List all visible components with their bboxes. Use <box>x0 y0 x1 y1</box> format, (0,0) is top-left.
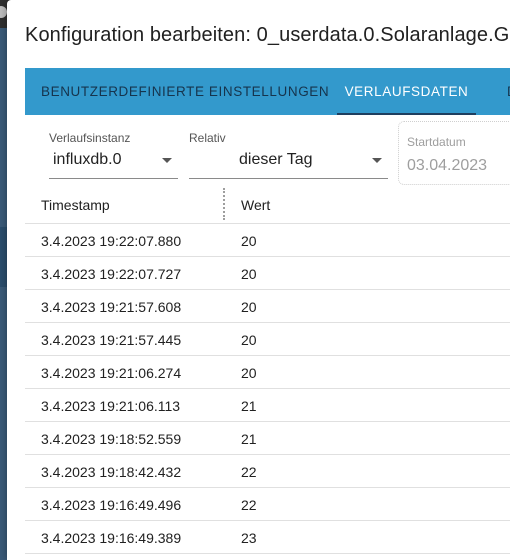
cell-value: 20 <box>241 365 257 381</box>
tab-history-data[interactable]: VERLAUFSDATEN <box>337 68 476 115</box>
cell-timestamp: 3.4.2023 19:16:49.496 <box>41 497 182 513</box>
column-header-value[interactable]: Wert <box>241 197 270 213</box>
column-header-timestamp[interactable]: Timestamp <box>41 197 110 213</box>
table-row[interactable]: 3.4.2023 19:18:52.559 21 <box>25 422 510 455</box>
cell-value: 22 <box>241 464 257 480</box>
table-body: 3.4.2023 19:22:07.880 20 3.4.2023 19:22:0… <box>25 224 510 554</box>
cell-value: 21 <box>241 398 257 414</box>
cell-timestamp: 3.4.2023 19:21:06.274 <box>41 365 182 381</box>
instance-select-value: influxdb.0 <box>53 151 122 168</box>
instance-select[interactable]: influxdb.0 <box>49 148 178 179</box>
cell-timestamp: 3.4.2023 19:21:57.608 <box>41 299 182 315</box>
table-row[interactable]: 3.4.2023 19:21:57.445 20 <box>25 323 510 356</box>
chevron-down-icon <box>372 158 382 163</box>
table-row[interactable]: 3.4.2023 19:16:49.389 23 <box>25 521 510 554</box>
cell-timestamp: 3.4.2023 19:18:42.432 <box>41 464 182 480</box>
table-row[interactable]: 3.4.2023 19:21:06.274 20 <box>25 356 510 389</box>
table-row[interactable]: 3.4.2023 19:18:42.432 22 <box>25 455 510 488</box>
active-tab-indicator <box>337 113 476 115</box>
cell-value: 20 <box>241 266 257 282</box>
relative-select-value: dieser Tag <box>239 151 313 168</box>
tab-custom-settings[interactable]: BENUTZERDEFINIERTE EINSTELLUNGEN <box>41 68 329 115</box>
cell-timestamp: 3.4.2023 19:22:07.880 <box>41 233 182 249</box>
cell-value: 21 <box>241 431 257 447</box>
tab-history-data-label: VERLAUFSDATEN <box>344 84 469 99</box>
cell-timestamp: 3.4.2023 19:18:52.559 <box>41 431 182 447</box>
relative-label: Relativ <box>189 131 226 145</box>
start-date-value: 03.04.2023 <box>407 157 488 174</box>
cell-value: 23 <box>241 530 257 546</box>
cell-value: 20 <box>241 299 257 315</box>
column-resize-handle[interactable] <box>223 188 225 220</box>
cell-timestamp: 3.4.2023 19:16:49.389 <box>41 530 182 546</box>
cell-timestamp: 3.4.2023 19:21:57.445 <box>41 332 182 348</box>
dialog-title: Konfiguration bearbeiten: 0_userdata.0.S… <box>25 24 510 46</box>
edit-config-dialog: Konfiguration bearbeiten: 0_userdata.0.S… <box>7 0 510 560</box>
table-row[interactable]: 3.4.2023 19:22:07.880 20 <box>25 224 510 257</box>
table-row[interactable]: 3.4.2023 19:22:07.727 20 <box>25 257 510 290</box>
cell-timestamp: 3.4.2023 19:22:07.727 <box>41 266 182 282</box>
start-date-label: Startdatum <box>407 135 466 149</box>
relative-select[interactable]: dieser Tag <box>189 148 388 179</box>
cell-value: 20 <box>241 233 257 249</box>
instance-label: Verlaufsinstanz <box>49 131 131 145</box>
table-header: Timestamp Wert <box>25 188 510 224</box>
cell-value: 22 <box>241 497 257 513</box>
cell-timestamp: 3.4.2023 19:21:06.113 <box>41 398 181 414</box>
table-row[interactable]: 3.4.2023 19:21:57.608 20 <box>25 290 510 323</box>
cell-value: 20 <box>241 332 257 348</box>
chevron-down-icon <box>162 158 172 163</box>
backdrop-knob-icon <box>0 6 7 18</box>
start-date-field[interactable]: Startdatum 03.04.2023 <box>398 121 510 185</box>
table-row[interactable]: 3.4.2023 19:21:06.113 21 <box>25 389 510 422</box>
tab-bar: BENUTZERDEFINIERTE EINSTELLUNGEN VERLAUF… <box>25 68 510 115</box>
table-row[interactable]: 3.4.2023 19:16:49.496 22 <box>25 488 510 521</box>
